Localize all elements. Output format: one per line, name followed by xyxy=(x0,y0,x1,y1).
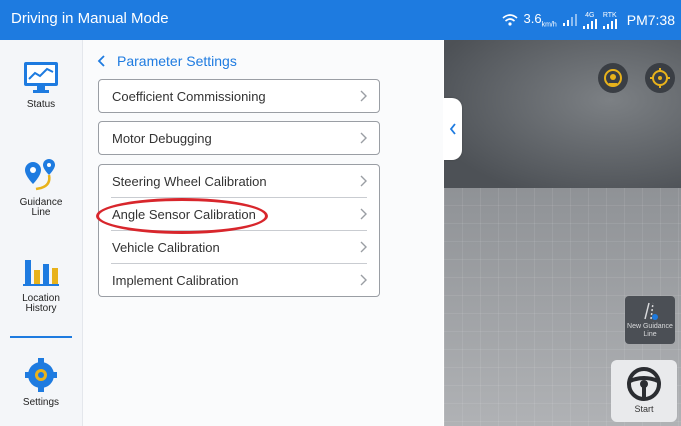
settings-card: Steering Wheel Calibration Angle Sensor … xyxy=(98,164,380,297)
clock: PM7:38 xyxy=(626,12,675,28)
sky-backdrop xyxy=(444,40,681,190)
sidebar-item-label: Location History xyxy=(22,293,60,314)
breadcrumb[interactable]: Parameter Settings xyxy=(97,53,237,69)
guidance-line-icon xyxy=(644,302,658,320)
row-motor-debugging[interactable]: Motor Debugging xyxy=(99,122,379,154)
gear-icon xyxy=(25,358,57,392)
speed-readout: 3.6km/h xyxy=(524,11,557,29)
status-bar: Driving in Manual Mode 3.6km/h 4G RTK PM… xyxy=(0,0,681,40)
crosshair-icon xyxy=(650,68,670,88)
bar-chart-icon xyxy=(23,260,59,286)
locate-target-icon xyxy=(604,69,622,87)
mode-title: Driving in Manual Mode xyxy=(11,10,169,27)
sidebar-active-indicator xyxy=(10,336,72,338)
row-label: Steering Wheel Calibration xyxy=(112,173,267,189)
rtk-bars-icon xyxy=(602,18,617,29)
speed-unit: km/h xyxy=(541,21,557,29)
sidebar-item-label: Guidance Line xyxy=(19,197,63,218)
status-indicators: 3.6km/h 4G RTK PM7:38 xyxy=(501,10,675,30)
steering-wheel-icon xyxy=(627,367,661,401)
back-chevron-icon[interactable] xyxy=(97,55,105,67)
collapse-panel-tab[interactable] xyxy=(444,98,462,160)
page-title: Parameter Settings xyxy=(117,53,237,69)
chevron-right-icon xyxy=(360,90,367,102)
settings-card: Motor Debugging xyxy=(98,121,380,155)
row-label: Angle Sensor Calibration xyxy=(112,206,256,222)
row-label: Implement Calibration xyxy=(112,272,239,288)
row-implement-calibration[interactable]: Implement Calibration xyxy=(99,264,379,296)
rtk-label: RTK xyxy=(602,11,617,19)
row-label: Coefficient Commissioning xyxy=(112,88,266,104)
row-label: Motor Debugging xyxy=(112,130,212,146)
new-guidance-line-label: New Guidance Line xyxy=(627,323,673,338)
cellular-signal: 4G xyxy=(582,11,597,29)
cellular-label: 4G xyxy=(585,11,595,19)
sidebar-item-label: Status xyxy=(26,99,56,110)
speed-value: 3.6 xyxy=(523,11,542,27)
chevron-left-icon xyxy=(449,123,456,135)
chevron-right-icon xyxy=(360,132,367,144)
chevron-right-icon xyxy=(360,175,367,187)
row-label: Vehicle Calibration xyxy=(112,239,220,255)
camera-view-button[interactable] xyxy=(598,63,628,93)
wifi-icon xyxy=(501,14,518,26)
chevron-right-icon xyxy=(360,241,367,253)
monitor-chart-icon xyxy=(24,62,58,93)
row-coefficient-commissioning[interactable]: Coefficient Commissioning xyxy=(99,80,379,112)
sidebar: Status Guidance Line Location History Se… xyxy=(0,40,83,426)
sidebar-item-guidance-line[interactable]: Guidance Line xyxy=(0,158,82,218)
start-button[interactable]: Start xyxy=(611,360,677,422)
row-steering-wheel-calibration[interactable]: Steering Wheel Calibration xyxy=(99,165,379,197)
rtk-signal: RTK xyxy=(602,11,617,29)
chevron-right-icon xyxy=(360,274,367,286)
sidebar-item-settings[interactable]: Settings xyxy=(0,358,82,408)
cellular-bars-icon xyxy=(582,18,597,29)
signal-bars-icon xyxy=(562,14,577,26)
sidebar-item-status[interactable]: Status xyxy=(0,60,82,110)
row-angle-sensor-calibration[interactable]: Angle Sensor Calibration xyxy=(99,198,379,230)
center-position-button[interactable] xyxy=(645,63,675,93)
row-vehicle-calibration[interactable]: Vehicle Calibration xyxy=(99,231,379,263)
settings-card: Coefficient Commissioning xyxy=(98,79,380,113)
start-label: Start xyxy=(634,404,654,414)
sidebar-item-location-history[interactable]: Location History xyxy=(0,254,82,314)
map-view[interactable]: New Guidance Line Start xyxy=(444,40,681,426)
new-guidance-line-button[interactable]: New Guidance Line xyxy=(625,296,675,344)
chevron-right-icon xyxy=(360,208,367,220)
route-pins-icon xyxy=(25,159,55,191)
sidebar-item-label: Settings xyxy=(22,397,60,408)
settings-panel: Parameter Settings Coefficient Commissio… xyxy=(83,40,443,426)
